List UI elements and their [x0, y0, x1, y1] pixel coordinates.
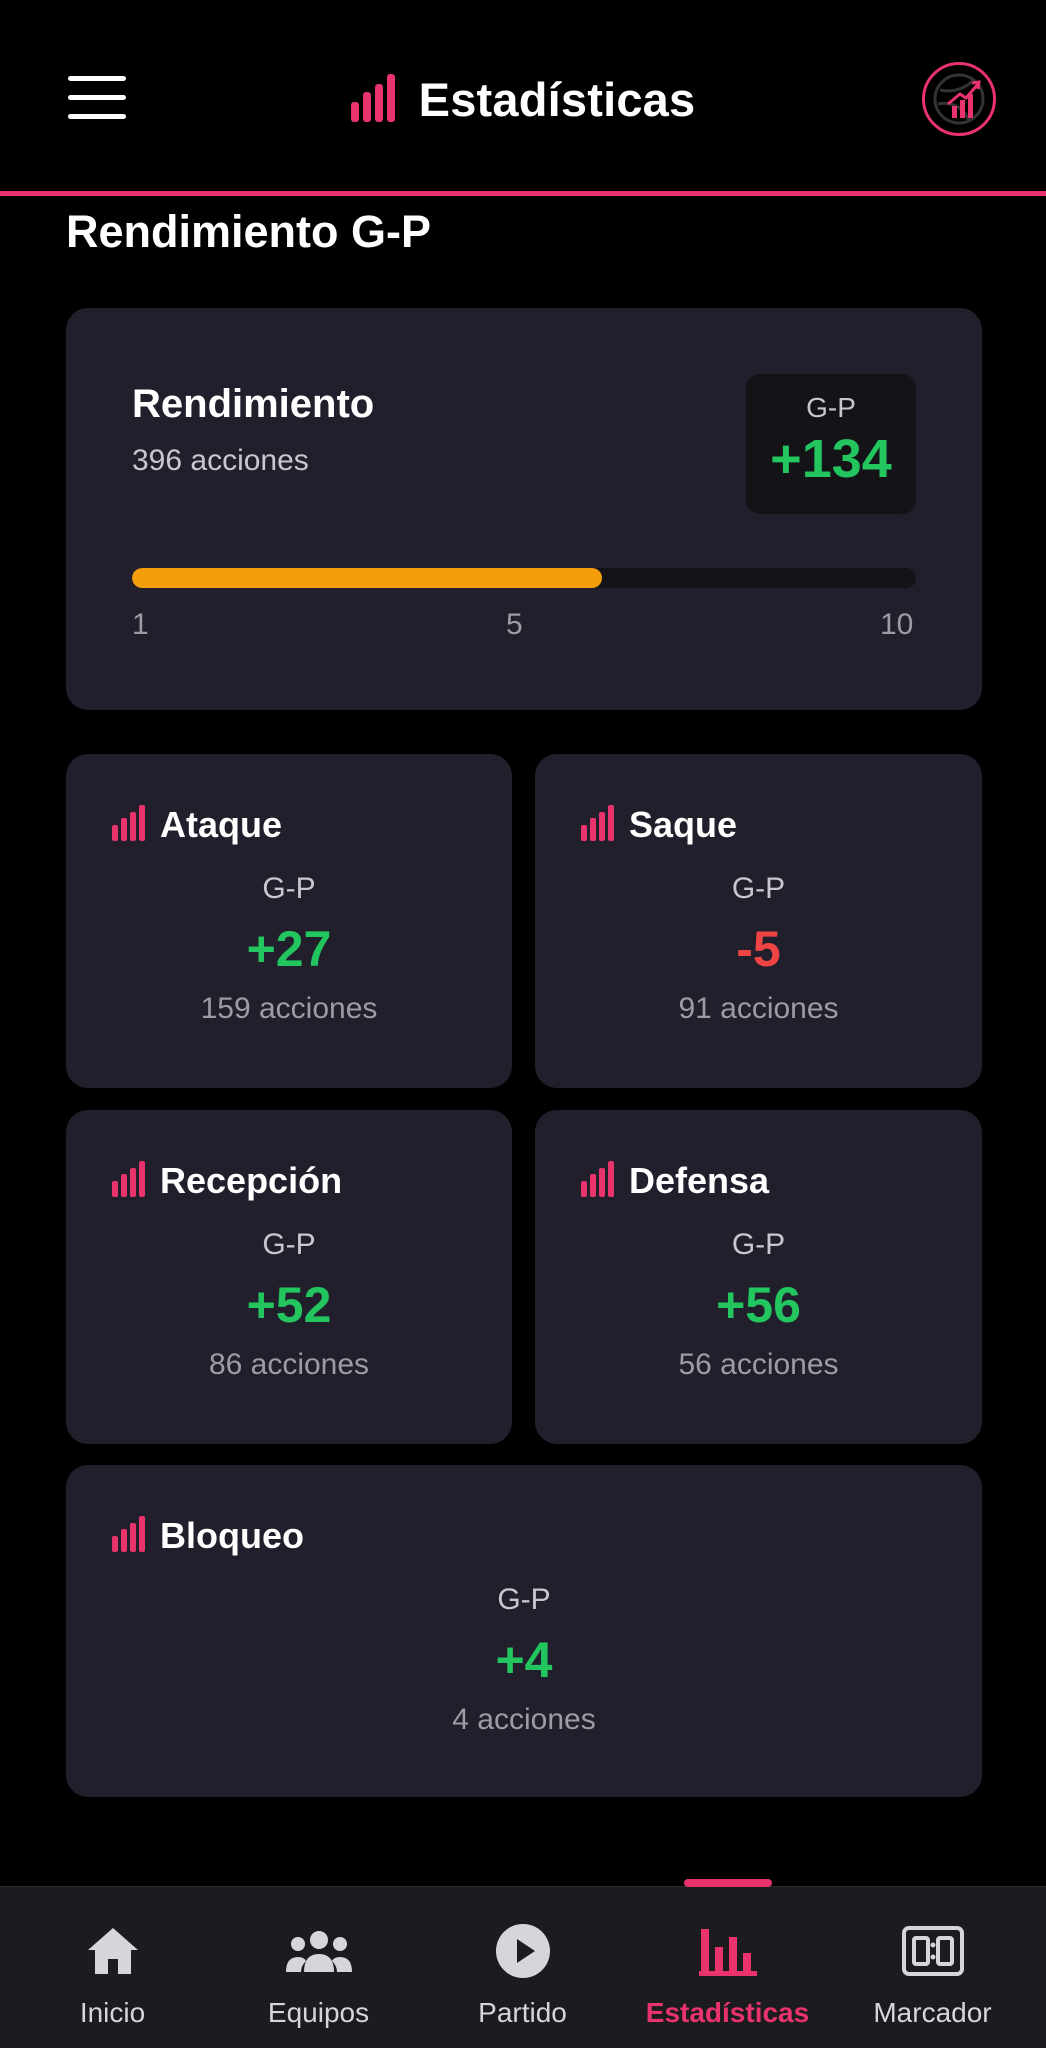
nav-item-equipos[interactable]: Equipos [214, 1887, 423, 2048]
summary-actions: 396 acciones [132, 444, 309, 477]
stat-name: Bloqueo [160, 1515, 304, 1556]
stat-gp-value: +4 [495, 1632, 553, 1688]
stat-gp-value: +27 [246, 921, 332, 977]
summary-title: Rendimiento [132, 382, 375, 426]
nav-item-inicio[interactable]: Inicio [8, 1887, 217, 2048]
nav-label: Marcador [873, 1997, 992, 2028]
bar-chart-icon [112, 804, 146, 846]
stat-actions: 56 acciones [678, 1348, 839, 1381]
stat-gp-label: G-P [497, 1583, 551, 1616]
bar-chart-icon [581, 1160, 615, 1202]
stat-card-recepcion[interactable]: Recepción G-P +52 86 acciones [66, 1110, 512, 1444]
top-app-bar: Estadísticas [0, 0, 1046, 196]
bottom-navigation: Inicio Equipos Partido Estadísticas Marc… [0, 1879, 1046, 2048]
app-screen: Estadísticas Rendimiento G-P Rendimiento… [0, 0, 1046, 2048]
stat-card-ataque[interactable]: Ataque G-P +27 159 acciones [66, 754, 512, 1088]
bar-chart-icon [112, 1515, 146, 1557]
scale-mid-label: 5 [506, 608, 523, 641]
summary-gp-label: G-P [806, 392, 856, 423]
nav-label: Estadísticas [645, 1997, 810, 2028]
scale-min-label: 1 [132, 608, 149, 641]
summary-gp-box: G-P +134 [746, 374, 916, 514]
page-title: Estadísticas [418, 72, 696, 126]
stat-gp-label: G-P [262, 1228, 316, 1261]
stat-card-bloqueo[interactable]: Bloqueo G-P +4 4 acciones [66, 1465, 982, 1797]
nav-item-marcador[interactable]: Marcador [828, 1887, 1037, 2048]
bar-chart-icon [623, 1921, 832, 1981]
scale-max-label: 10 [880, 608, 914, 641]
nav-label: Equipos [267, 1997, 370, 2028]
stat-gp-value: -5 [736, 921, 781, 977]
home-icon [8, 1921, 217, 1981]
summary-card: Rendimiento 396 acciones G-P +134 1 5 10 [66, 308, 982, 710]
stat-gp-value: +52 [246, 1277, 332, 1333]
stat-gp-value: +56 [716, 1277, 801, 1333]
stat-actions: 159 acciones [200, 992, 378, 1025]
team-icon [214, 1921, 423, 1981]
play-icon [418, 1921, 627, 1981]
stat-name: Ataque [160, 804, 283, 845]
performance-progress-bar [132, 568, 916, 588]
bar-chart-icon [581, 804, 615, 846]
bar-chart-icon [350, 72, 397, 127]
stat-gp-label: G-P [731, 872, 786, 905]
stat-name: Saque [629, 804, 738, 845]
stat-gp-label: G-P [262, 872, 316, 905]
scoreboard-icon [828, 1921, 1037, 1981]
summary-gp-value: +134 [770, 429, 892, 489]
nav-label: Inicio [79, 1997, 146, 2028]
performance-progress-fill [132, 568, 603, 588]
bar-chart-icon [112, 1160, 146, 1202]
stat-actions: 86 acciones [208, 1348, 370, 1381]
stat-name: Defensa [629, 1160, 770, 1201]
active-tab-indicator [684, 1879, 772, 1887]
stat-actions: 4 acciones [452, 1703, 596, 1736]
stat-card-saque[interactable]: Saque G-P -5 91 acciones [535, 754, 982, 1088]
section-title: Rendimiento G-P [66, 206, 432, 257]
volleyball-stats-logo-icon[interactable] [922, 62, 996, 136]
nav-item-estadisticas[interactable]: Estadísticas [623, 1887, 832, 2048]
stat-actions: 91 acciones [678, 992, 839, 1025]
nav-item-partido[interactable]: Partido [418, 1887, 627, 2048]
header-title-group: Estadísticas [0, 66, 1046, 132]
stat-gp-label: G-P [731, 1228, 786, 1261]
nav-label: Partido [478, 1997, 567, 2028]
stat-card-defensa[interactable]: Defensa G-P +56 56 acciones [535, 1110, 982, 1444]
stat-name: Recepción [160, 1160, 343, 1201]
